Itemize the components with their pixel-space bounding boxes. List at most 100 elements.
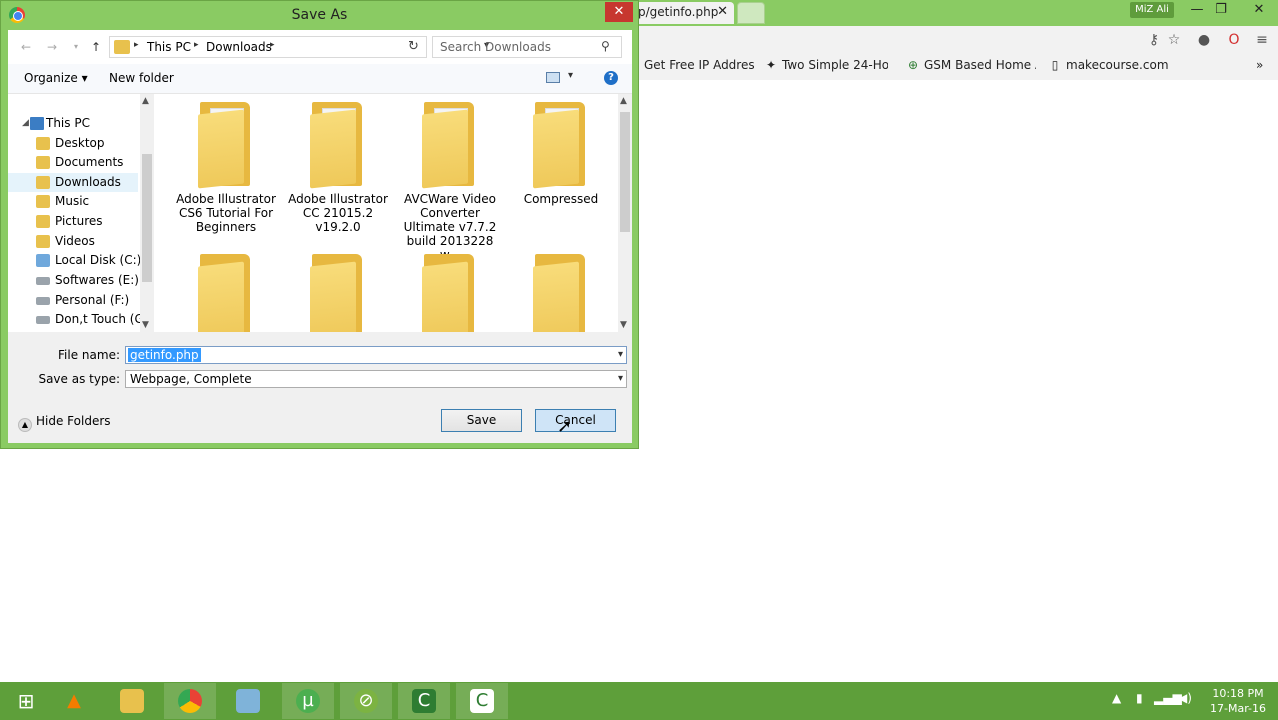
nav-item-desktop[interactable]: Desktop [8,134,138,153]
show-hidden-icons-icon[interactable]: ▲ [1112,691,1121,705]
nav-item-music[interactable]: Music [8,192,138,211]
key-icon[interactable]: ⚷ [1144,30,1164,50]
new-folder-button[interactable]: New folder [109,71,174,85]
taskbar-app-utorrent[interactable]: µ [282,683,334,719]
bookmark-item[interactable]: ▯ makecourse.com [1048,58,1178,72]
taskbar-app-file-explorer[interactable] [106,683,158,719]
minimize-button[interactable]: — [1185,1,1209,19]
folder-item[interactable] [176,252,276,332]
drive-icon [36,316,50,324]
menu-icon[interactable]: ≡ [1252,30,1272,50]
up-icon[interactable]: ↑ [86,38,106,56]
bookmarks-more-icon[interactable]: » [1256,58,1263,72]
bookmark-item[interactable]: Get Free IP Address W [644,58,754,72]
restore-button[interactable]: ❐ [1209,1,1233,19]
folder-item[interactable]: Compressed [511,100,611,206]
new-tab-button[interactable] [737,2,765,24]
folder-item[interactable] [511,252,611,332]
breadcrumb-this-pc[interactable]: This PC [147,40,191,54]
nav-item-local-disk-c[interactable]: Local Disk (C:) [8,251,141,270]
window-close-button[interactable]: ✕ [1242,1,1276,19]
folder-icon [36,235,50,248]
globe-icon: ⊕ [907,58,919,72]
scroll-thumb[interactable] [620,112,630,232]
taskbar-app-notepad[interactable] [222,683,274,719]
windows-logo-icon: ⊞ [17,689,35,713]
back-icon[interactable]: ← [16,38,36,56]
breadcrumb-downloads[interactable]: Downloads [206,40,272,54]
chevron-down-icon[interactable]: ▾ [618,349,623,360]
taskbar-app-vlc[interactable]: ▲ [48,683,100,719]
scroll-down-icon[interactable]: ▼ [142,320,149,330]
tab-close-icon[interactable]: ✕ [717,4,728,19]
view-dropdown-icon[interactable]: ▾ [568,70,573,81]
hide-folders-button[interactable]: ▲ Hide Folders [18,414,111,432]
address-bar[interactable]: ▸ This PC ▸ Downloads ▸ ▾ [109,36,489,58]
nav-item-softwares-e[interactable]: Softwares (E:) [8,271,139,290]
view-options-icon[interactable] [546,72,560,83]
folder-icon [36,156,50,169]
dialog-close-button[interactable]: ✕ [605,2,633,22]
taskbar-app-camtasia[interactable]: C [398,683,450,719]
start-button[interactable]: ⊞ [0,683,52,719]
scroll-thumb[interactable] [142,154,152,282]
refresh-icon[interactable]: ↻ [408,39,419,54]
organize-button[interactable]: Organize ▾ [24,71,88,85]
nav-item-dont-touch-g[interactable]: Don,t Touch (G:) [8,310,152,329]
search-icon[interactable]: ⚲ [601,39,610,53]
nav-scrollbar[interactable]: ▲ ▼ [140,94,154,332]
taskbar: ⊞ ▲ µ ⊘ C C ▲ ▮ ▂▄▆ ◀) 10:18 PM 17-Mar-1… [0,682,1278,720]
star-icon[interactable]: ☆ [1164,30,1184,50]
battery-icon[interactable]: ▮ [1136,691,1143,705]
nav-item-downloads[interactable]: Downloads [8,173,138,192]
taskbar-app-chrome[interactable] [164,683,216,719]
user-badge[interactable]: MiZ Ali [1130,2,1174,18]
taskbar-app-green[interactable]: ⊘ [340,683,392,719]
search-box: ⚲ [432,36,622,58]
bookmark-item[interactable]: ⊕ GSM Based Home Au [906,58,1036,72]
notepad-icon [236,689,260,713]
save-type-value: Webpage, Complete [130,372,252,386]
folder-item[interactable]: Adobe Illustrator CC 21015.2 v19.2.0 [288,100,388,234]
save-button[interactable]: Save [441,409,522,432]
folder-item[interactable]: AVCWare Video Converter Ultimate v7.7.2 … [400,100,500,262]
nav-item-pictures[interactable]: Pictures [8,212,138,231]
scroll-up-icon[interactable]: ▲ [620,96,627,106]
save-fields: File name: getinfo.php ▾ Save as type: W… [8,332,632,443]
navigation-pane: ◢ This PC Desktop Documents Downloads Mu… [8,94,154,332]
app-icon: ⊘ [354,689,378,713]
scroll-down-icon[interactable]: ▼ [620,320,627,330]
clock-date: 17-Mar-16 [1210,702,1266,715]
folder-item[interactable]: Adobe Illustrator CS6 Tutorial For Begin… [176,100,276,234]
taskbar-app-camtasia-2[interactable]: C [456,683,508,719]
extension-icon[interactable]: ● [1194,30,1214,50]
browser-tab-active[interactable]: p/getinfo.php ✕ [630,2,734,24]
nav-item-label: Personal (F:) [55,293,130,307]
file-list-scrollbar[interactable]: ▲ ▼ [618,94,632,332]
help-icon[interactable]: ? [604,71,618,85]
scroll-up-icon[interactable]: ▲ [142,96,149,106]
nav-item-documents[interactable]: Documents [8,153,138,172]
collapse-icon[interactable]: ◢ [22,114,29,133]
folder-item[interactable] [288,252,388,332]
folder-item[interactable] [400,252,500,332]
cancel-button[interactable]: Cancel [535,409,616,432]
folder-icon [308,100,368,189]
forward-icon[interactable]: → [42,38,62,56]
camtasia-icon: C [470,689,494,713]
recent-locations-icon[interactable]: ▾ [66,38,86,56]
folder-icon [420,252,480,332]
file-name-input[interactable]: getinfo.php ▾ [125,346,627,364]
nav-item-label: Don,t Touch (G:) [55,312,153,326]
nav-item-this-pc[interactable]: ◢ This PC [8,114,138,133]
clock[interactable]: 10:18 PM 17-Mar-16 [1208,686,1268,716]
bookmark-item[interactable]: ✦ Two Simple 24-Hour T [764,58,888,72]
save-type-select[interactable]: Webpage, Complete ▾ [125,370,627,388]
chevron-down-icon[interactable]: ▾ [618,373,623,384]
nav-item-videos[interactable]: Videos [8,232,138,251]
nav-item-personal-f[interactable]: Personal (F:) [8,291,138,310]
chrome-icon [178,689,202,713]
volume-icon[interactable]: ◀) [1178,691,1192,705]
search-input[interactable] [433,37,603,57]
opera-icon[interactable]: O [1224,30,1244,50]
